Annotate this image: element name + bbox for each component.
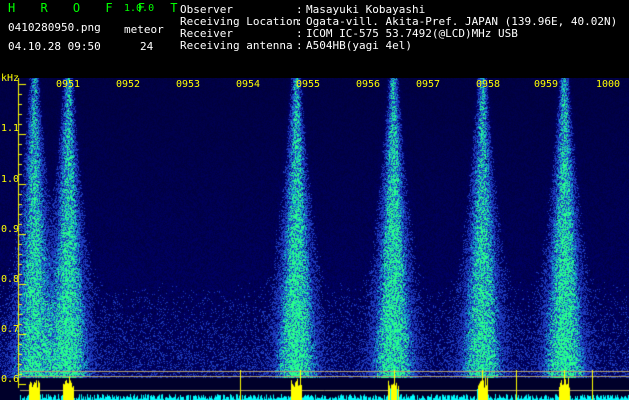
y-tick-label: 1.0 (1, 174, 20, 185)
timestamp: 04.10.28 09:50 (8, 40, 101, 53)
app-version: 1.0.0 (124, 3, 155, 14)
time-tick-label: 0954 (236, 79, 261, 90)
y-tick-label: 0.6 (1, 374, 20, 385)
header-panel: H R O F F T 1.0.0 0410280950.png meteor … (0, 0, 629, 78)
y-tick-label: 0.7 (1, 324, 20, 335)
time-tick-label: 0959 (534, 79, 559, 90)
y-axis-unit: kHz (1, 73, 20, 84)
meteor-count-label: meteor (124, 23, 164, 36)
y-tick-label: 0.8 (1, 274, 20, 285)
y-tick-label: 1.1 (1, 123, 20, 134)
meteor-count-value: 24 (140, 40, 154, 53)
time-tick-label: 0956 (356, 79, 381, 90)
antenna-separator: : (296, 39, 303, 52)
antenna-value: A504HB(yagi 4el) (306, 39, 412, 52)
file-name: 0410280950.png (8, 21, 101, 34)
spectrogram-canvas (0, 78, 629, 400)
app-title: H R O F F T (8, 1, 187, 15)
y-tick-label: 0.9 (1, 224, 20, 235)
time-tick-label: 0951 (56, 79, 81, 90)
time-tick-label: 1000 (596, 79, 621, 90)
time-tick-label: 0958 (476, 79, 501, 90)
time-tick-label: 0953 (176, 79, 201, 90)
time-tick-label: 0957 (416, 79, 441, 90)
time-tick-label: 0952 (116, 79, 141, 90)
antenna-label: Receiving antenna (180, 39, 293, 52)
time-tick-label: 0955 (296, 79, 321, 90)
